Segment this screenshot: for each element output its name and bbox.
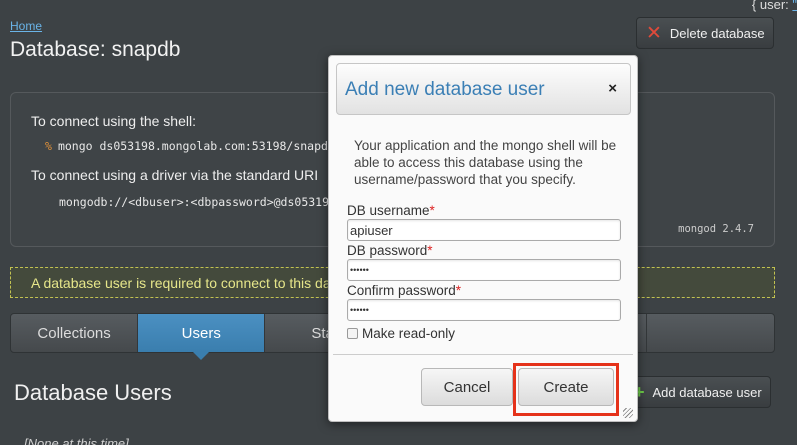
- dialog-description: Your application and the mongo shell wil…: [354, 138, 617, 187]
- tab-users[interactable]: Users: [138, 314, 266, 360]
- username-label: DB username*: [347, 203, 435, 218]
- required-marker: *: [455, 283, 462, 298]
- shell-command-text: mongo ds053198.mongolab.com:53198/snapdb: [57, 139, 335, 153]
- create-button[interactable]: Create: [518, 368, 614, 406]
- delete-database-label: Delete database: [669, 25, 765, 41]
- required-marker: *: [429, 203, 435, 218]
- readonly-label: Make read-only: [362, 326, 456, 341]
- shell-prompt: %: [45, 139, 52, 153]
- user-indicator: { user: ": [752, 0, 797, 12]
- readonly-option[interactable]: Make read-only: [347, 326, 455, 341]
- breadcrumb-home-link[interactable]: Home: [10, 19, 42, 33]
- delete-database-button[interactable]: ✕ Delete database: [636, 17, 774, 49]
- close-x-icon: ✕: [646, 22, 662, 44]
- tab-6[interactable]: [647, 314, 774, 352]
- password-label-text: DB password: [347, 243, 428, 258]
- add-user-dialog: Add new database user × Your application…: [328, 55, 638, 422]
- password-input[interactable]: [347, 259, 621, 281]
- password-label: DB password*: [347, 243, 433, 258]
- dialog-title: Add new database user: [345, 79, 545, 100]
- close-icon[interactable]: ×: [608, 80, 617, 97]
- cancel-button[interactable]: Cancel: [421, 368, 513, 406]
- dialog-header: Add new database user ×: [336, 63, 631, 115]
- section-title: Database Users: [14, 380, 172, 405]
- resize-handle-icon[interactable]: [623, 408, 633, 418]
- confirm-password-label: Confirm password*: [347, 283, 461, 298]
- username-input[interactable]: [347, 219, 621, 241]
- shell-command: % mongo ds053198.mongolab.com:53198/snapd…: [45, 139, 335, 153]
- empty-users-text: [None at this time]: [24, 436, 129, 445]
- required-marker: *: [427, 243, 433, 258]
- shell-connect-label: To connect using the shell:: [31, 113, 196, 129]
- confirm-password-input[interactable]: [347, 299, 621, 321]
- username-label-text: DB username: [347, 203, 430, 218]
- page-title: Database: snapdb: [10, 38, 181, 61]
- user-prefix: { user:: [751, 0, 793, 12]
- confirm-password-label-text: Confirm password: [347, 283, 456, 298]
- user-link[interactable]: ": [792, 0, 797, 12]
- driver-connect-label: To connect using a driver via the standa…: [31, 167, 319, 183]
- tab-collections[interactable]: Collections: [11, 314, 139, 352]
- readonly-checkbox[interactable]: [347, 328, 358, 339]
- add-database-user-button[interactable]: + Add database user: [621, 376, 771, 408]
- add-database-user-label: Add database user: [652, 384, 762, 400]
- dialog-divider: [333, 354, 633, 355]
- mongod-version: mongod 2.4.7: [678, 223, 754, 235]
